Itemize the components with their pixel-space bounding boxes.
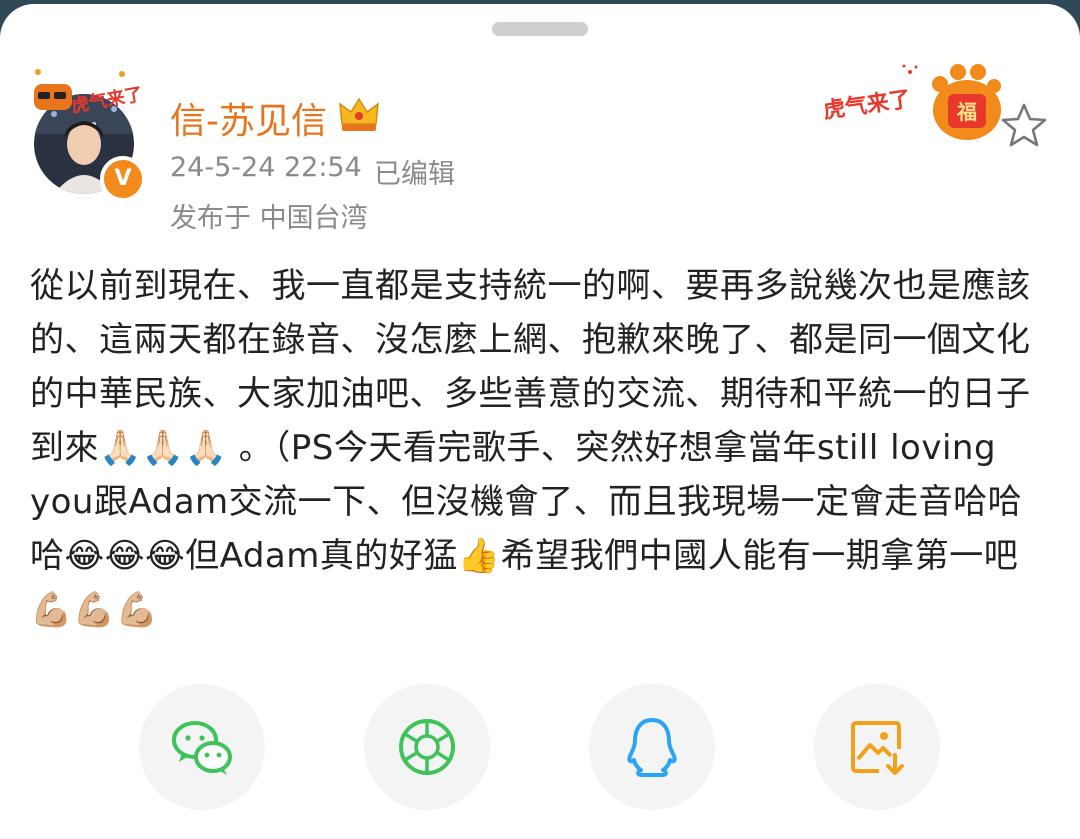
post-text: 從以前到現在、我一直都是支持統一的啊、要再多說幾次也是應該的、這兩天都在錄音、沒… xyxy=(30,266,1031,630)
drag-handle[interactable] xyxy=(492,22,588,36)
save-image-button[interactable] xyxy=(814,684,940,810)
verified-badge-icon: V xyxy=(100,156,146,202)
share-moments-button[interactable] xyxy=(364,684,490,810)
save-image-icon xyxy=(851,721,904,775)
edited-label: 已编辑 xyxy=(374,159,455,190)
avatar-frame-decoration: 虎气来了 xyxy=(26,66,146,126)
badge-text: 虎气来了 xyxy=(822,86,913,124)
avatar-frame-text: 虎气来了 xyxy=(70,83,145,117)
share-wechat-button[interactable] xyxy=(139,684,265,810)
crown-icon xyxy=(338,96,380,134)
post-location: 发布于 中国台湾 xyxy=(170,203,368,234)
share-qq-button[interactable] xyxy=(589,684,715,810)
tiger-year-badge: 虎气来了 福 xyxy=(818,62,1003,142)
author-avatar[interactable]: 虎气来了 V xyxy=(26,66,146,202)
qq-icon xyxy=(627,718,677,777)
wechat-icon xyxy=(172,721,232,775)
favorite-star-icon[interactable] xyxy=(1000,102,1048,148)
moments-icon xyxy=(399,719,455,775)
share-actions xyxy=(0,684,1080,810)
post-timestamp: 24-5-24 22:54 xyxy=(170,152,362,183)
author-name[interactable]: 信-苏见信 xyxy=(170,92,327,144)
badge-fu-text: 福 xyxy=(956,100,977,124)
share-sheet: 虎气来了 V 信-苏见信 24-5-24 22:54 已编辑 发布于 中国台湾 … xyxy=(0,4,1080,839)
